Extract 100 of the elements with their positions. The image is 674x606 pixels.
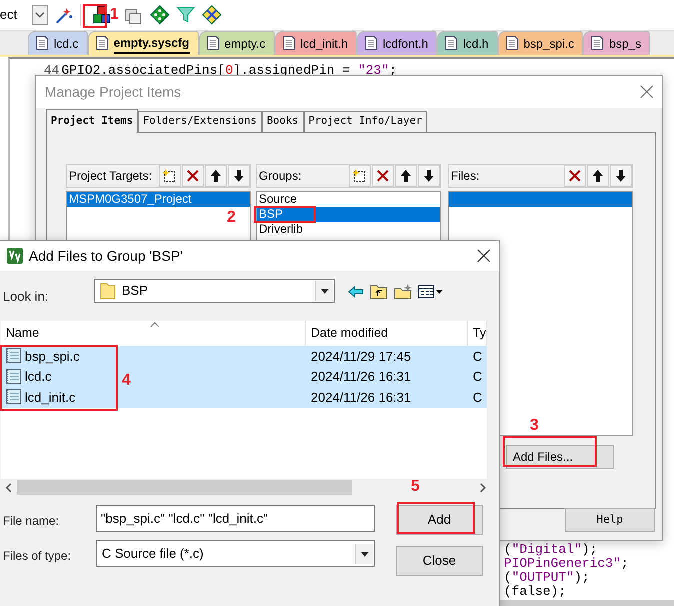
code-line: ("Digital"); xyxy=(504,543,599,557)
caret-icon xyxy=(320,287,330,295)
list-item[interactable]: Driverlib xyxy=(259,222,304,237)
file-icon xyxy=(282,36,296,51)
editor-tab[interactable]: lcd_init.h xyxy=(274,31,357,55)
up-arrow-icon xyxy=(209,168,223,183)
dropdown-button[interactable] xyxy=(32,5,48,25)
file-icon xyxy=(365,36,378,51)
file-type-combo[interactable]: C Source file (*.c) xyxy=(96,540,375,567)
file-icon xyxy=(36,36,49,51)
file-icon xyxy=(206,36,220,51)
file-row[interactable]: bsp_spi.c 2024/11/29 17:45 C xyxy=(1,346,487,366)
file-name: lcd_init.c xyxy=(25,388,76,407)
list-item[interactable]: Source xyxy=(259,192,298,207)
step-number: 4 xyxy=(122,373,131,389)
new-item-icon xyxy=(163,168,177,183)
editor-tab[interactable]: lcd.h xyxy=(437,31,498,55)
file-icon xyxy=(506,36,519,51)
look-in-combo[interactable]: BSP xyxy=(94,279,335,303)
move-down-button[interactable] xyxy=(610,164,632,187)
file-date: 2024/11/26 16:31 xyxy=(311,368,412,386)
file-icon xyxy=(445,36,458,51)
delete-icon xyxy=(376,168,390,183)
diamond-icon[interactable] xyxy=(150,5,170,25)
dialog-tab[interactable]: Project Items xyxy=(46,109,138,133)
help-button[interactable]: Help xyxy=(565,508,655,532)
dialog-tab[interactable]: Project Info/Layer xyxy=(304,111,428,132)
dialog-tab[interactable]: Books xyxy=(262,111,304,132)
file-type: C xyxy=(473,368,482,386)
editor-tab[interactable]: bsp_s xyxy=(583,31,650,55)
app-logo-icon xyxy=(7,248,23,264)
step-number: 1 xyxy=(110,7,119,23)
project-blocks-icon[interactable] xyxy=(92,5,112,25)
file-name-label: File name: xyxy=(3,513,60,530)
down-arrow-icon xyxy=(232,168,246,183)
move-down-button[interactable] xyxy=(228,164,250,187)
delete-icon xyxy=(186,168,200,183)
scroll-right-icon[interactable] xyxy=(479,482,487,492)
file-name-field[interactable]: "bsp_spi.c" "lcd.c" "lcd_init.c" xyxy=(96,505,375,532)
text-file-icon xyxy=(6,348,22,364)
add-files-button[interactable]: Add Files... xyxy=(506,444,614,469)
delete-button[interactable] xyxy=(372,164,394,187)
delete-button[interactable] xyxy=(182,164,204,187)
up-arrow-icon xyxy=(399,168,413,183)
down-arrow-icon xyxy=(422,168,436,183)
up-arrow-icon xyxy=(591,168,605,183)
file-icon xyxy=(96,36,109,51)
editor-tab[interactable]: empty.c xyxy=(198,31,275,55)
list-label: Groups: xyxy=(259,168,302,185)
delete-button[interactable] xyxy=(564,164,586,187)
dialog-title: Manage Project Items xyxy=(45,82,182,102)
close-button[interactable]: Close xyxy=(396,546,483,576)
back-arrow-icon[interactable] xyxy=(348,285,364,299)
grid-diamond-icon[interactable] xyxy=(202,5,222,25)
editor-tab[interactable]: bsp_spi.c xyxy=(498,31,584,55)
funnel-icon[interactable] xyxy=(176,5,196,25)
new-button[interactable] xyxy=(159,164,181,187)
highlight-frame xyxy=(83,4,107,28)
move-down-button[interactable] xyxy=(418,164,440,187)
move-up-button[interactable] xyxy=(205,164,227,187)
move-up-button[interactable] xyxy=(395,164,417,187)
caret-icon xyxy=(360,550,370,558)
editor-tab[interactable]: lcdfont.h xyxy=(357,31,438,55)
new-item-icon xyxy=(353,168,367,183)
code-line: (false); xyxy=(504,585,568,599)
dialog-title: Add Files to Group 'BSP' xyxy=(29,246,183,266)
code-line: ("OUTPUT"); xyxy=(504,571,591,585)
move-up-button[interactable] xyxy=(587,164,609,187)
editor-tab[interactable]: empty.syscfg xyxy=(88,31,198,55)
step-number: 5 xyxy=(411,479,420,495)
sort-caret-icon xyxy=(150,322,160,328)
highlight-frame xyxy=(254,206,316,223)
file-date: 2024/11/26 16:31 xyxy=(311,388,412,406)
list-label: Files: xyxy=(451,168,480,185)
folder-up-icon[interactable] xyxy=(370,284,388,300)
file-type-label: Files of type: xyxy=(3,548,72,565)
list-label: Project Targets: xyxy=(69,168,152,185)
file-icon xyxy=(591,36,604,51)
delete-icon xyxy=(568,168,582,183)
new-button[interactable] xyxy=(349,164,371,187)
dialog-tab[interactable]: Folders/Extensions xyxy=(138,111,262,132)
list-item[interactable]: BSP xyxy=(259,206,284,222)
look-in-label: Look in: xyxy=(3,288,49,306)
text-file-icon xyxy=(6,368,22,385)
step-number: 3 xyxy=(530,418,539,434)
view-menu-icon[interactable] xyxy=(418,285,444,299)
file-row[interactable]: lcd_init.c 2024/11/26 16:31 C xyxy=(1,387,487,408)
file-name: lcd.c xyxy=(25,368,52,386)
text-file-icon xyxy=(6,389,22,406)
scroll-left-icon[interactable] xyxy=(5,482,13,492)
step-number: 2 xyxy=(227,210,236,226)
add-button[interactable]: Add xyxy=(396,505,483,535)
close-icon[interactable] xyxy=(477,249,491,263)
file-name: bsp_spi.c xyxy=(25,348,80,366)
scrollbar-thumb[interactable] xyxy=(17,480,352,495)
folder-icon xyxy=(100,282,116,300)
editor-tab[interactable]: lcd.c xyxy=(28,31,88,55)
file-date: 2024/11/29 17:45 xyxy=(311,348,412,366)
file-type: C xyxy=(473,348,482,366)
new-folder-icon[interactable] xyxy=(394,284,412,300)
